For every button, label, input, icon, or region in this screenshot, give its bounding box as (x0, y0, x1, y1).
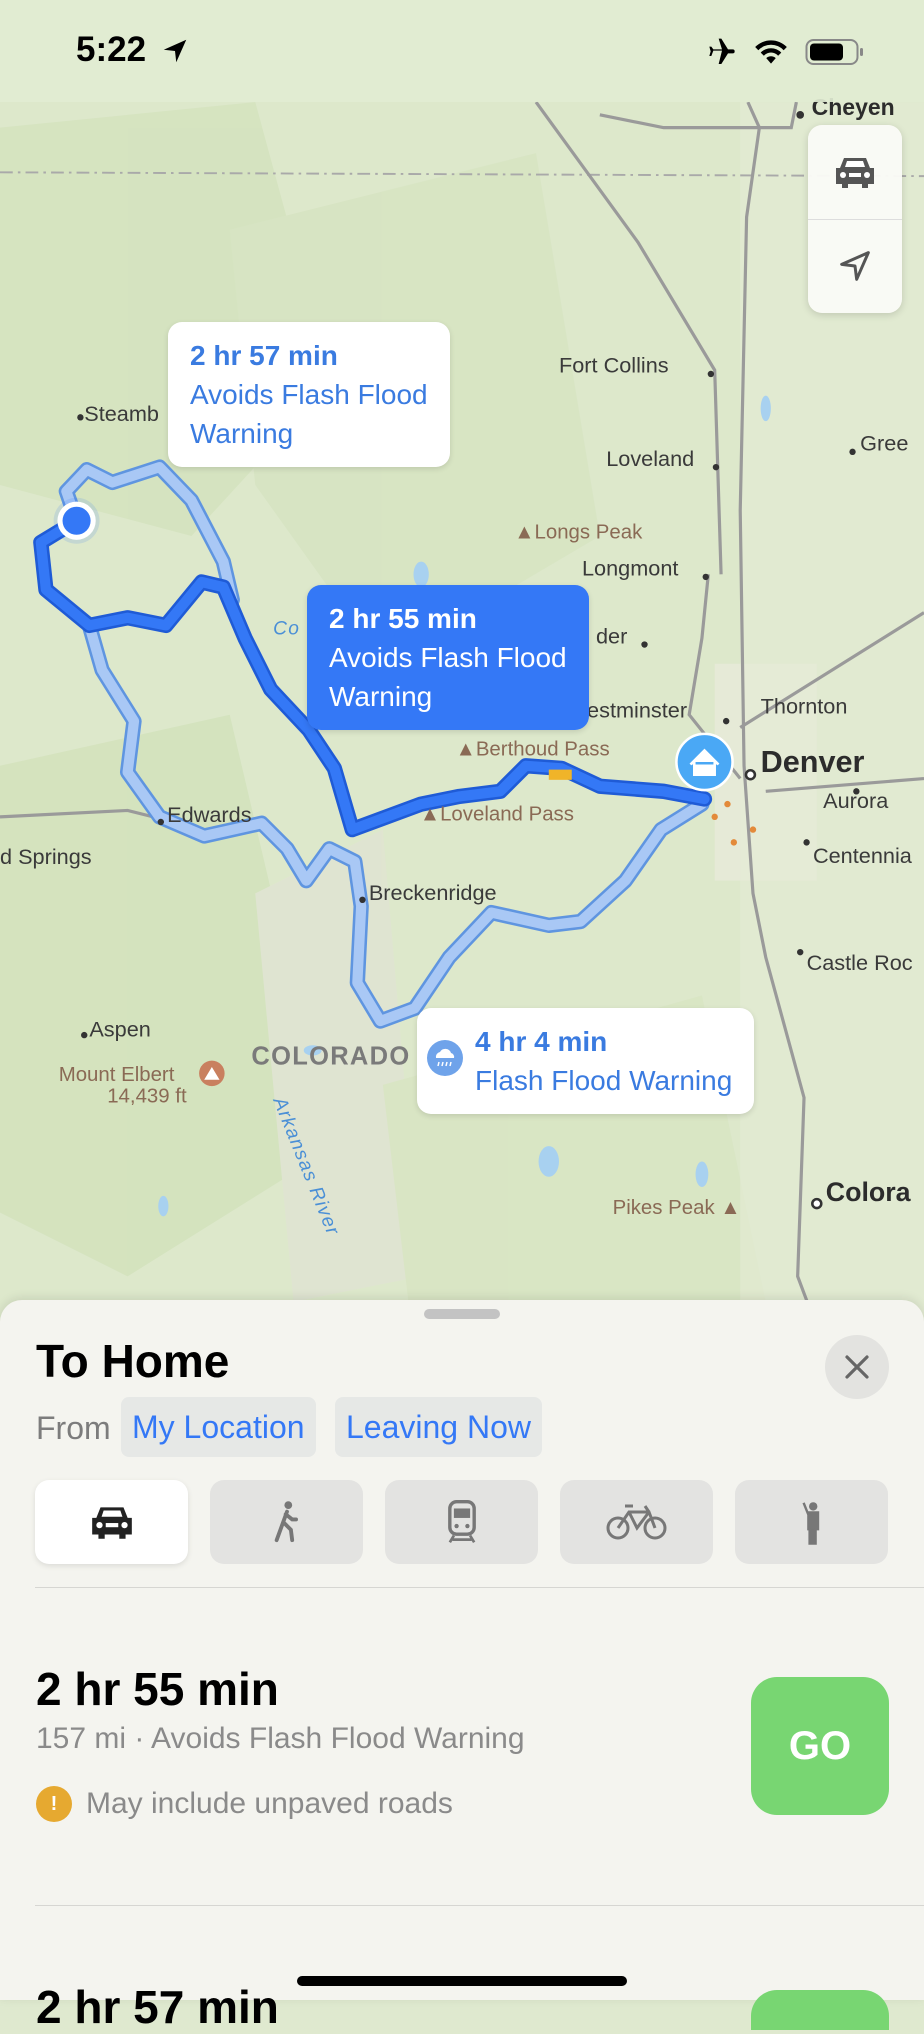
car-icon (836, 158, 874, 188)
label-mount-elbert: Mount Elbert (59, 1064, 175, 1086)
location-arrow-icon (163, 39, 187, 63)
status-bar: 5:22 (0, 0, 924, 102)
label-greeley: Gree (860, 431, 908, 456)
label-colorado-springs: Colora (826, 1177, 912, 1207)
route-callout-2hr57[interactable]: 2 hr 57 min Avoids Flash Flood Warning (168, 322, 450, 467)
callout-time: 2 hr 55 min (329, 603, 477, 634)
mode-cycle-button[interactable] (560, 1480, 713, 1564)
sheet-grabber[interactable] (424, 1309, 500, 1319)
route-warning-text: May include unpaved roads (86, 1787, 453, 1820)
label-aurora: Aurora (823, 788, 889, 813)
route-callout-2hr55[interactable]: 2 hr 55 min Avoids Flash Flood Warning (307, 585, 589, 730)
label-loveland-pass: ▲Loveland Pass (420, 804, 574, 826)
origin-chip[interactable]: My Location (121, 1397, 316, 1457)
divider (35, 1905, 924, 1906)
map-controls (808, 125, 902, 313)
mode-ride-button[interactable] (735, 1480, 888, 1564)
car-icon (91, 1507, 132, 1539)
label-thornton: Thornton (761, 693, 848, 718)
track-location-button[interactable] (808, 219, 902, 313)
callout-desc: Avoids Flash Flood (190, 379, 428, 410)
home-indicator[interactable] (297, 1976, 627, 1986)
sheet-title: To Home (36, 1335, 230, 1387)
label-breckenridge: Breckenridge (369, 880, 497, 905)
go-button[interactable]: GO (751, 1677, 889, 1815)
label-longs-peak: ▲Longs Peak (514, 522, 643, 544)
route-time: 2 hr 57 min (36, 1981, 279, 2033)
callout-desc: Warning (329, 681, 433, 712)
driving-mode-button[interactable] (808, 125, 902, 219)
label-westminster: estminster (587, 697, 687, 722)
label-glenwood-springs: d Springs (0, 844, 92, 869)
go-button[interactable] (751, 1990, 889, 2030)
label-denver: Denver (761, 745, 865, 779)
route-callout-4hr4[interactable]: 4 hr 4 min Flash Flood Warning (417, 1008, 755, 1114)
location-arrow-icon (840, 251, 870, 281)
from-label: From (36, 1410, 111, 1446)
route-time: 2 hr 55 min (36, 1663, 279, 1715)
callout-desc: Flash Flood Warning (475, 1065, 733, 1096)
callout-desc: Avoids Flash Flood (329, 642, 567, 673)
route-details: 157 mi · Avoids Flash Flood Warning (36, 1722, 525, 1755)
label-mount-elbert-elevation: 14,439 ft (107, 1086, 187, 1108)
battery-icon (805, 39, 863, 65)
wifi-icon (755, 40, 787, 64)
divider (35, 1587, 924, 1588)
bicycle-icon (606, 1504, 666, 1540)
walk-icon (274, 1501, 298, 1543)
route-warning: ! May include unpaved roads (36, 1786, 453, 1822)
callout-desc: Warning (190, 418, 294, 449)
label-berthoud-pass: ▲Berthoud Pass (456, 739, 610, 761)
label-castle-rock: Castle Roc (807, 950, 913, 975)
close-icon (845, 1355, 869, 1379)
mode-drive-button[interactable] (35, 1480, 188, 1564)
label-fort-collins: Fort Collins (559, 353, 669, 378)
callout-time: 4 hr 4 min (475, 1026, 608, 1057)
train-icon (447, 1500, 476, 1543)
label-aspen: Aspen (89, 1016, 150, 1041)
label-steamboat: Steamb (84, 401, 159, 426)
home-pin-icon[interactable] (675, 732, 734, 792)
mode-walk-button[interactable] (210, 1480, 363, 1564)
directions-sheet: To Home From My Location Leaving Now 2 h… (0, 1300, 924, 2033)
mode-transit-button[interactable] (385, 1480, 538, 1564)
warning-icon: ! (36, 1786, 72, 1822)
label-pikes-peak: Pikes Peak ▲ (613, 1197, 741, 1219)
airplane-icon (709, 38, 735, 64)
departure-chip[interactable]: Leaving Now (335, 1397, 542, 1457)
rain-cloud-icon (427, 1040, 463, 1076)
label-edwards: Edwards (167, 802, 252, 827)
close-button[interactable] (825, 1335, 889, 1399)
label-loveland: Loveland (606, 446, 694, 471)
hail-icon (801, 1502, 819, 1545)
label-colorado: COLORADO (251, 1042, 410, 1070)
label-boulder: der (596, 623, 627, 648)
label-centennial: Centennia (813, 843, 913, 868)
status-time: 5:22 (76, 30, 147, 69)
callout-time: 2 hr 57 min (190, 340, 338, 371)
label-longmont: Longmont (582, 556, 678, 581)
label-colorado-river: Co (273, 618, 300, 639)
